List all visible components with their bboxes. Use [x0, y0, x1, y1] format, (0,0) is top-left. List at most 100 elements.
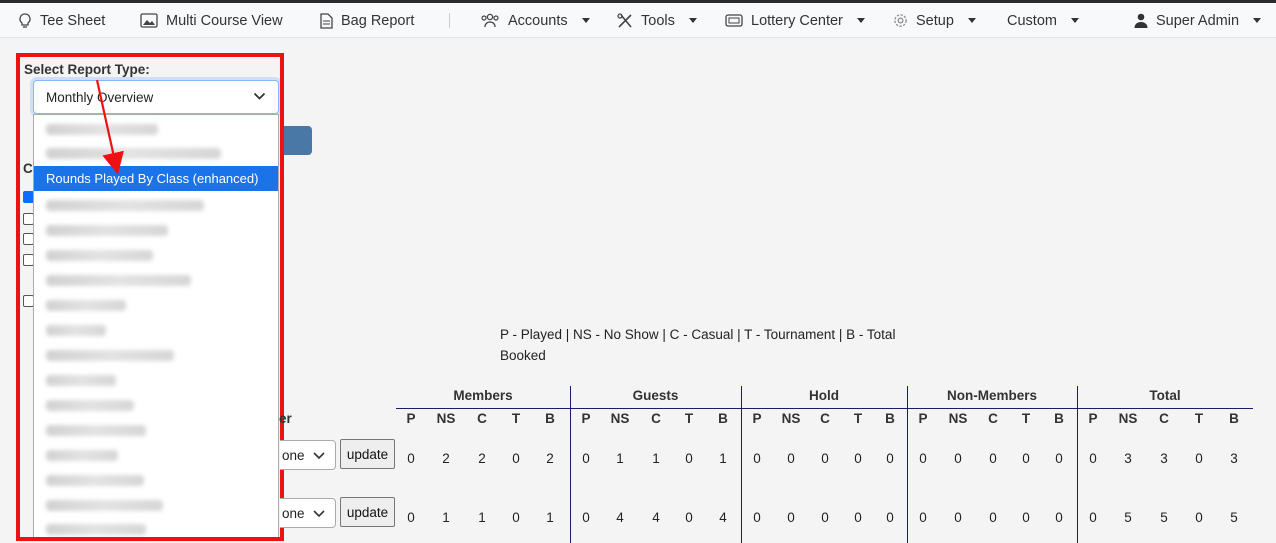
nav-label: Setup — [916, 12, 954, 29]
top-nav: Tee Sheet Multi Course View Bag Report A… — [0, 3, 1276, 38]
nav-setup[interactable]: Setup — [893, 3, 976, 38]
abbreviation-legend: P - Played | NS - No Show | C - Casual |… — [500, 327, 896, 363]
document-icon — [320, 12, 333, 29]
table-column-header: NS — [781, 411, 801, 426]
table-column-header: NS — [1118, 411, 1138, 426]
table-cell: 1 — [478, 510, 486, 525]
chevron-down-icon — [967, 18, 976, 23]
table-group-header: Members — [453, 388, 513, 403]
chevron-down-icon — [688, 18, 697, 23]
nav-label: Bag Report — [341, 12, 415, 29]
table-column-header: NS — [436, 411, 456, 426]
table-cell: 0 — [954, 510, 962, 525]
table-column-header: B — [1054, 411, 1064, 426]
table-column-header: P — [581, 411, 591, 426]
table-cell: 0 — [854, 510, 862, 525]
users-icon — [481, 13, 499, 28]
table-cell: 0 — [753, 510, 761, 525]
dropdown-option-redacted[interactable] — [34, 343, 278, 368]
partially-hidden-button[interactable] — [280, 126, 312, 155]
table-cell: 5 — [1160, 510, 1168, 525]
dropdown-option-redacted[interactable] — [34, 468, 278, 493]
table-cell: 3 — [1124, 451, 1132, 466]
dropdown-option-redacted[interactable] — [34, 193, 278, 218]
table-cell: 0 — [685, 451, 693, 466]
row-select[interactable]: one — [280, 440, 336, 470]
chevron-down-icon — [313, 510, 325, 518]
dropdown-option-redacted[interactable] — [34, 218, 278, 243]
nav-label: Super Admin — [1156, 12, 1240, 29]
table-cell: 2 — [546, 451, 554, 466]
nav-multi-course-view[interactable]: Multi Course View — [140, 3, 283, 38]
table-column-header: C — [651, 411, 661, 426]
table-column-header: T — [684, 411, 694, 426]
dropdown-option-redacted[interactable] — [34, 117, 278, 142]
dropdown-option-redacted[interactable] — [34, 418, 278, 443]
nav-label: Tee Sheet — [40, 12, 106, 29]
table-group-underline — [741, 408, 907, 409]
table-group-header: Total — [1149, 388, 1181, 403]
chevron-down-icon — [253, 92, 266, 100]
table-column-header: C — [988, 411, 998, 426]
update-button[interactable]: update — [340, 497, 395, 527]
table-cell: 5 — [1230, 510, 1238, 525]
dropdown-option-redacted[interactable] — [34, 443, 278, 468]
table-group-underline — [396, 408, 570, 409]
image-icon — [140, 13, 158, 28]
table-cell: 0 — [1195, 510, 1203, 525]
nav-tee-sheet[interactable]: Tee Sheet — [18, 3, 105, 38]
dropdown-option-redacted[interactable] — [34, 293, 278, 318]
partially-hidden-label: C — [23, 161, 33, 176]
chevron-down-icon — [313, 452, 325, 460]
table-group-underline — [907, 408, 1077, 409]
chevron-down-icon — [581, 18, 590, 23]
table-cell: 5 — [1124, 510, 1132, 525]
dropdown-option-label: Rounds Played By Class (enhanced) — [46, 171, 259, 186]
table-cell: 1 — [652, 451, 660, 466]
dropdown-option-redacted[interactable] — [34, 318, 278, 343]
table-cell: 4 — [616, 510, 624, 525]
lightbulb-icon — [19, 12, 31, 28]
dropdown-option-redacted[interactable] — [34, 493, 278, 518]
table-column-header: B — [545, 411, 555, 426]
nav-label: Custom — [1007, 12, 1057, 29]
table-cell: 4 — [719, 510, 727, 525]
table-cell: 0 — [854, 451, 862, 466]
table-column-header: NS — [610, 411, 630, 426]
dropdown-option-rounds-played-by-class[interactable]: Rounds Played By Class (enhanced) — [34, 166, 278, 191]
table-cell: 0 — [1022, 451, 1030, 466]
gear-icon — [894, 14, 907, 27]
table-cell: 0 — [886, 451, 894, 466]
update-button[interactable]: update — [340, 439, 395, 469]
nav-lottery-center[interactable]: Lottery Center — [725, 3, 865, 38]
table-cell: 2 — [442, 451, 450, 466]
table-cell: 3 — [1230, 451, 1238, 466]
table-cell: 0 — [787, 451, 795, 466]
row-select[interactable]: one — [280, 498, 336, 528]
dropdown-option-redacted[interactable] — [34, 141, 278, 166]
nav-bag-report[interactable]: Bag Report — [320, 3, 414, 38]
chevron-down-icon — [856, 18, 865, 23]
table-cell: 0 — [1055, 451, 1063, 466]
table-cell: 0 — [512, 510, 520, 525]
table-group-header: Non-Members — [946, 388, 1037, 403]
dropdown-option-redacted[interactable] — [34, 393, 278, 418]
nav-accounts[interactable]: Accounts — [480, 3, 590, 38]
nav-tools[interactable]: Tools — [617, 3, 697, 38]
table-cell: 4 — [652, 510, 660, 525]
table-column-header: C — [1159, 411, 1169, 426]
nav-custom[interactable]: Custom — [1007, 3, 1079, 38]
dropdown-option-redacted[interactable] — [34, 517, 278, 537]
dropdown-option-redacted[interactable] — [34, 268, 278, 293]
dropdown-option-redacted[interactable] — [34, 243, 278, 268]
table-column-header: B — [1229, 411, 1239, 426]
report-type-select[interactable]: Monthly Overview — [33, 80, 279, 114]
chevron-down-icon — [1253, 18, 1262, 23]
table-cell: 0 — [407, 451, 415, 466]
chevron-down-icon — [1070, 18, 1079, 23]
dropdown-option-redacted[interactable] — [34, 368, 278, 393]
table-cell: 0 — [753, 451, 761, 466]
tools-icon — [617, 12, 632, 28]
nav-super-admin[interactable]: Super Admin — [1134, 3, 1262, 38]
table-cell: 1 — [719, 451, 727, 466]
